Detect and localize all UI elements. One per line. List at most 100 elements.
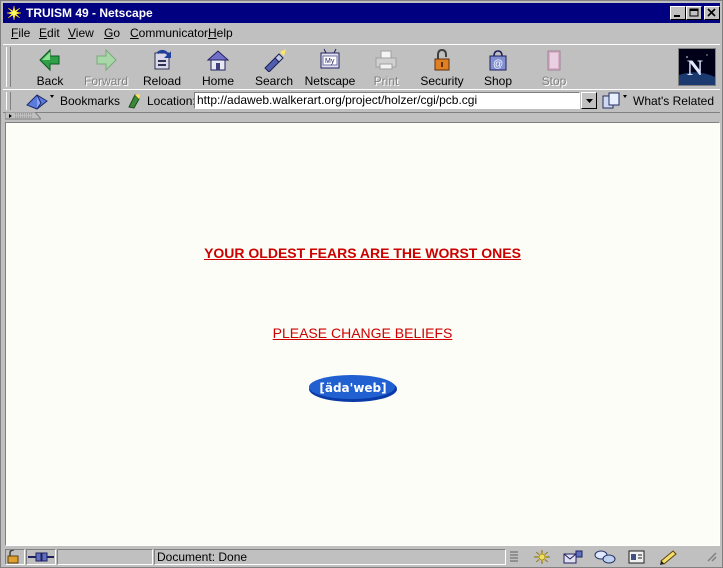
location-toolbar-grip[interactable] [6,92,11,110]
menu-go-label: o [113,26,121,40]
menu-communicator[interactable]: Communicator [130,26,208,40]
close-icon [707,8,716,17]
location-toolbar: Bookmarks Location: http://adaweb.walker… [3,89,720,113]
menu-view-accel: V [68,26,76,40]
svg-text:@: @ [493,59,503,70]
component-bar [508,549,718,565]
my-netscape-icon: My [320,48,340,69]
security-lock-icon [434,48,450,71]
status-text: Document: Done [157,550,248,564]
title-bar[interactable]: TRUISM 49 - Netscape [3,3,720,23]
forward-arrow-icon [96,48,117,72]
menu-go[interactable]: Go [104,26,120,40]
netscape-label: Netscape [304,74,356,88]
adaweb-logo-text: [äda'web] [319,381,386,395]
search-label: Search [254,74,294,88]
menu-view[interactable]: View [68,26,94,40]
toolbar-grip[interactable] [6,47,11,87]
home-label: Home [201,74,234,88]
headline-row: YOUR OLDEST FEARS ARE THE WORST ONES [6,245,719,261]
bookmarks-icon [26,94,54,110]
collapsed-toolbar-tab-icon [5,112,41,120]
menu-edit[interactable]: Edit [39,26,60,40]
back-button[interactable]: Back [22,47,78,88]
back-arrow-icon [39,48,60,72]
composer-icon[interactable] [658,549,680,565]
stop-button[interactable]: Stop [526,47,582,88]
menu-help-label: elp [216,26,233,40]
reload-icon [154,49,171,70]
back-label: Back [36,74,64,88]
security-label: Security [420,74,464,88]
connection-status[interactable] [26,549,56,565]
menu-help[interactable]: Help [208,26,233,40]
home-button[interactable]: Home [190,47,246,88]
search-flashlight-icon [264,49,286,72]
menu-edit-label: dit [47,26,60,40]
maximize-icon [689,8,699,17]
mailbox-icon[interactable] [562,549,584,565]
menu-help-accel: H [208,26,217,40]
adaweb-logo-link[interactable]: [äda'web] [308,373,398,403]
netscape-app-icon[interactable] [6,5,22,21]
status-bar: Document: Done [3,547,720,567]
online-plug-icon [28,552,54,562]
whats-related-icon [602,92,627,109]
menu-file[interactable]: File [11,26,30,40]
minimize-icon [674,15,680,17]
forward-label: Forward [83,74,128,88]
home-icon [206,50,230,71]
resize-grip-icon[interactable] [704,549,718,565]
adaweb-logo: [äda'web] [309,375,397,402]
bookmarks-label: Bookmarks [60,94,121,108]
menu-file-label: ile [18,26,31,40]
progress-bar [57,549,153,565]
window-title: TRUISM 49 - Netscape [26,6,153,20]
my-netscape-button[interactable]: My Netscape [302,47,358,88]
browser-window: TRUISM 49 - Netscape File Edit View Go C… [0,0,723,568]
shop-bag-icon: @ [489,50,507,71]
address-book-icon[interactable] [626,549,648,565]
menu-communicator-label: ommunicator [138,26,209,40]
netscape-logo[interactable]: N [678,48,716,86]
maximize-button[interactable] [686,6,702,20]
stop-label: Stop [541,74,567,88]
url-history-dropdown[interactable] [581,92,597,109]
security-status[interactable] [5,549,25,565]
component-grip-icon[interactable] [508,549,520,565]
search-button[interactable]: Search [246,47,302,88]
menu-view-label: iew [75,26,94,40]
shop-button[interactable]: @ Shop [470,47,526,88]
location-page-icon[interactable] [126,92,144,110]
svg-text:My: My [325,58,335,65]
menu-go-accel: G [104,26,114,40]
headline-link[interactable]: YOUR OLDEST FEARS ARE THE WORST ONES [204,245,521,261]
minimize-button[interactable] [670,6,686,20]
discussion-groups-icon[interactable] [594,549,616,565]
personal-toolbar-tab[interactable] [3,112,720,121]
whats-related-button[interactable]: What's Related [601,91,719,111]
netscape-n-icon: N [679,49,715,85]
unlocked-padlock-icon [7,549,19,564]
menu-bar: File Edit View Go Communicator Help [3,24,720,43]
reload-label: Reload [142,74,182,88]
svg-text:N: N [687,55,703,80]
navigator-icon[interactable] [532,549,552,565]
security-button[interactable]: Security [414,47,470,88]
stop-icon [547,50,561,71]
reload-button[interactable]: Reload [134,47,190,88]
print-label: Print [373,74,399,88]
navigation-toolbar: Back Forward Reload Home Search My Netsc… [3,44,720,90]
print-button[interactable]: Print [358,47,414,88]
page-content: YOUR OLDEST FEARS ARE THE WORST ONES PLE… [5,122,720,546]
close-button[interactable] [704,6,720,20]
url-input[interactable]: http://adaweb.walkerart.org/project/holz… [194,92,580,109]
chevron-down-icon [586,99,593,103]
change-beliefs-link[interactable]: PLEASE CHANGE BELIEFS [273,325,453,341]
location-label: Location: [147,94,196,108]
menu-edit-accel: E [39,26,48,40]
menu-communicator-accel: C [130,26,139,40]
forward-button[interactable]: Forward [78,47,134,88]
printer-icon [375,50,397,70]
shop-label: Shop [483,74,513,88]
